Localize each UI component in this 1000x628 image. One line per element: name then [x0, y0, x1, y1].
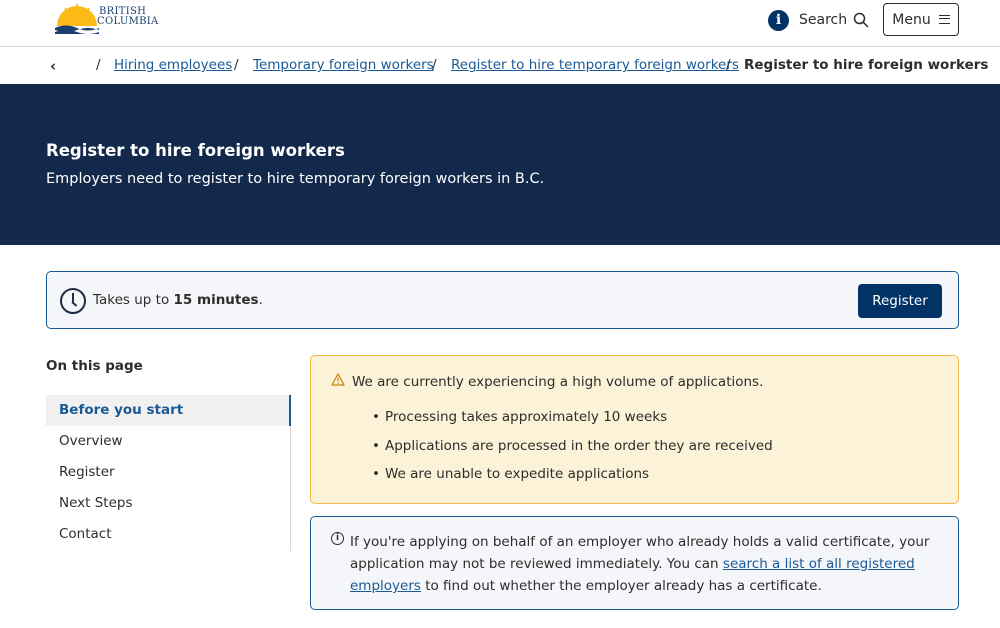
back-chevron-icon[interactable]: ‹ — [50, 57, 56, 75]
breadcrumb-link-register-temporary-foreign-workers[interactable]: Register to hire temporary foreign worke… — [451, 57, 739, 73]
logo-text: BRITISH COLUMBIA — [97, 7, 159, 27]
hamburger-icon — [938, 15, 950, 24]
breadcrumb-link-temporary-foreign-workers[interactable]: Temporary foreign workers — [253, 57, 434, 73]
warning-callout: We are currently experiencing a high vol… — [310, 355, 959, 504]
page-title: Register to hire foreign workers — [46, 141, 345, 160]
breadcrumb-separator: / — [726, 57, 731, 73]
nav-item-next-steps[interactable]: Next Steps — [46, 488, 291, 519]
breadcrumb-separator: / — [96, 57, 101, 73]
info-callout: i If you're applying on behalf of an emp… — [310, 516, 959, 610]
menu-button[interactable]: Menu — [883, 3, 959, 36]
list-item: We are unable to expedite applications — [372, 466, 773, 495]
breadcrumb-link-hiring-employees[interactable]: Hiring employees — [114, 57, 232, 73]
warning-list: Processing takes approximately 10 weeks … — [372, 409, 773, 495]
site-header: BRITISH COLUMBIA i Search Menu — [0, 0, 1000, 47]
time-duration: 15 minutes — [173, 292, 259, 308]
register-button[interactable]: Register — [858, 284, 942, 318]
time-prefix: Takes up to — [93, 292, 174, 308]
time-estimate-box: Takes up to 15 minutes. Register — [46, 271, 959, 329]
warning-icon — [331, 373, 345, 386]
list-item: Processing takes approximately 10 weeks — [372, 409, 773, 438]
menu-label: Menu — [892, 11, 931, 28]
info-circle-icon: i — [331, 532, 344, 545]
list-item: Applications are processed in the order … — [372, 438, 773, 467]
info-text: If you're applying on behalf of an emplo… — [350, 531, 940, 597]
on-this-page-nav: Before you start Overview Register Next … — [46, 395, 291, 551]
bc-logo[interactable]: BRITISH COLUMBIA — [55, 4, 175, 34]
time-suffix: . — [258, 292, 263, 308]
breadcrumb: ‹ / Hiring employees / Temporary foreign… — [0, 48, 1000, 84]
on-this-page-title: On this page — [46, 358, 143, 374]
warning-lead-text: We are currently experiencing a high vol… — [352, 374, 764, 390]
breadcrumb-current: Register to hire foreign workers — [744, 57, 989, 73]
time-estimate-text: Takes up to 15 minutes. — [93, 292, 263, 308]
nav-item-register[interactable]: Register — [46, 457, 291, 488]
nav-item-overview[interactable]: Overview — [46, 426, 291, 457]
page-subtitle: Employers need to register to hire tempo… — [46, 171, 545, 187]
breadcrumb-separator: / — [432, 57, 437, 73]
logo-line-2: COLUMBIA — [97, 16, 159, 27]
page-banner: Register to hire foreign workers Employe… — [0, 84, 1000, 245]
info-icon[interactable]: i — [768, 10, 789, 31]
search-label: Search — [799, 12, 848, 28]
search-button[interactable]: Search — [799, 8, 869, 32]
breadcrumb-separator: / — [234, 57, 239, 73]
nav-item-contact[interactable]: Contact — [46, 519, 291, 550]
sun-logo-icon — [55, 4, 99, 34]
search-icon — [853, 12, 869, 28]
info-text-after: to find out whether the employer already… — [420, 578, 822, 594]
nav-item-before-you-start[interactable]: Before you start — [46, 395, 291, 426]
clock-icon — [60, 288, 86, 314]
